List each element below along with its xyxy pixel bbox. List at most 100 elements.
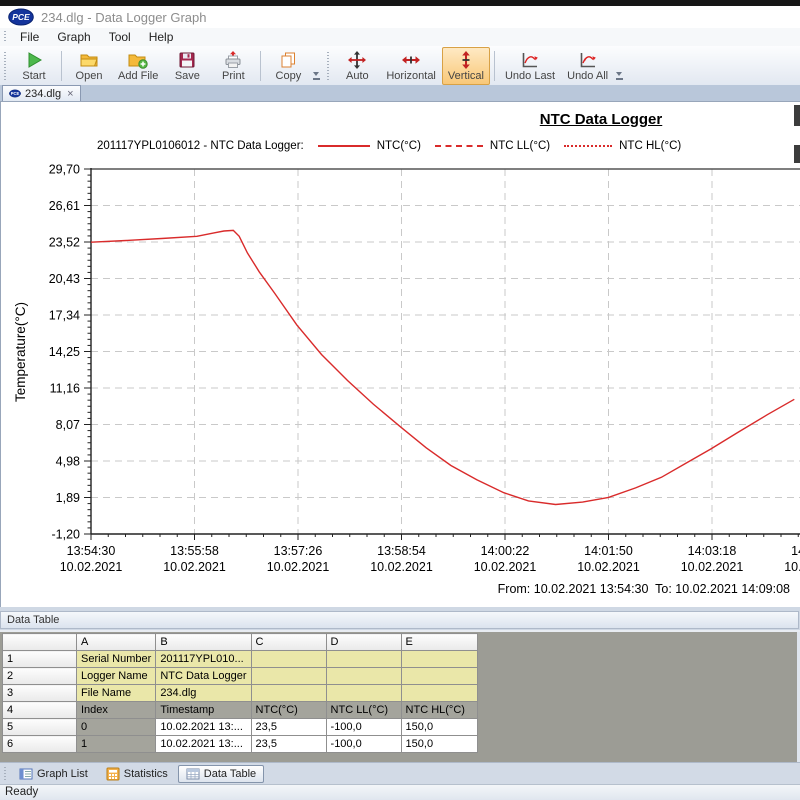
x-tick-date: 10.02.2021 [163,560,226,574]
time-range-label: From: 10.02.2021 13:54:30 To: 10.02.2021… [498,582,790,596]
grid-column-header[interactable]: C [251,634,326,651]
save-icon [177,50,197,70]
menu-file[interactable]: File [11,29,48,45]
add-file-button[interactable]: Add File [112,47,164,85]
table-row: 5010.02.2021 13:...23,5-100,0150,0 [3,719,478,736]
svg-text:PCE: PCE [12,12,30,22]
print-button[interactable]: Print [210,47,256,85]
grid-cell[interactable] [401,668,477,685]
grid-row-header[interactable]: 3 [3,685,77,702]
tab-close-icon[interactable]: × [65,89,73,99]
save-button[interactable]: Save [164,47,210,85]
grid-cell[interactable] [326,685,401,702]
grid-cell[interactable] [401,685,477,702]
toolbar-overflow-button-2[interactable] [614,48,624,83]
grid-cell[interactable] [251,685,326,702]
undo-all-icon [578,50,598,70]
open-button[interactable]: Open [66,47,112,85]
grid-column-header[interactable]: B [156,634,251,651]
open-folder-icon [79,50,99,70]
grid-row-header[interactable]: 2 [3,668,77,685]
grid-corner-header[interactable] [3,634,77,651]
grid-cell[interactable]: 23,5 [251,719,326,736]
toolbar: Start Open Add File Save [0,46,800,86]
grid-cell[interactable]: 0 [77,719,156,736]
x-tick-time: 13:54:30 [67,544,116,558]
grid-cell[interactable] [401,651,477,668]
grid-cell[interactable]: Logger Name [77,668,156,685]
chart-legend: 201117YPL0106012 - NTC Data Logger: NTC(… [97,138,681,153]
y-tick-label: 4,98 [56,455,80,469]
tab-graph-list[interactable]: Graph List [11,765,96,783]
grid-cell[interactable]: Timestamp [156,702,251,719]
grid-cell[interactable]: 150,0 [401,736,477,753]
status-text: Ready [5,786,38,798]
grid-row-header[interactable]: 1 [3,651,77,668]
copy-button[interactable]: Copy [265,47,311,85]
grid-cell[interactable] [251,668,326,685]
menu-graph[interactable]: Graph [48,29,99,45]
grid-cell[interactable]: 201117YPL010... [156,651,251,668]
window-edge-artifact [794,105,800,126]
grid-cell[interactable]: 234.dlg [156,685,251,702]
auto-zoom-button[interactable]: Auto [334,47,380,85]
grid-cell[interactable]: NTC Data Logger [156,668,251,685]
toolbar-overflow-button[interactable] [311,48,321,83]
undo-all-button[interactable]: Undo All [561,47,614,85]
chart-plot-area[interactable]: Temperature(°C) 29,7026,6123,5220,4317,3… [1,102,800,608]
grid-cell[interactable]: -100,0 [326,719,401,736]
undo-last-button[interactable]: Undo Last [499,47,561,85]
grid-cell[interactable]: Serial Number [77,651,156,668]
grid-cell[interactable]: Index [77,702,156,719]
legend-dashed-line-swatch [435,145,483,147]
y-tick-label: 20,43 [49,272,80,286]
auto-arrows-icon [347,50,367,70]
menu-tool[interactable]: Tool [100,29,140,45]
grid-cell[interactable]: 150,0 [401,719,477,736]
x-tick-date: 10.02.2021 [474,560,537,574]
y-axis-title: Temperature(°C) [13,302,28,402]
grid-column-header[interactable]: A [77,634,156,651]
menu-help[interactable]: Help [140,29,183,45]
legend-label-ntc: NTC(°C) [377,140,421,152]
horizontal-zoom-button[interactable]: Horizontal [380,47,442,85]
x-tick-time: 13:57:26 [274,544,323,558]
grid-cell[interactable]: NTC HL(°C) [401,702,477,719]
grid-column-header[interactable]: E [401,634,477,651]
tab-statistics[interactable]: Statistics [98,765,176,783]
grid-cell[interactable] [251,651,326,668]
grid-row-header[interactable]: 6 [3,736,77,753]
tab-data-table[interactable]: Data Table [178,765,264,783]
start-icon [24,50,44,70]
x-tick-time: 13:55:58 [170,544,219,558]
bottom-tabbar-grip[interactable] [4,767,6,781]
toolbar-grip-2[interactable] [327,52,329,80]
chart-title: NTC Data Logger [501,111,701,128]
grid-row-header[interactable]: 4 [3,702,77,719]
app-logo-icon: PCE [8,8,34,26]
grid-cell[interactable]: 23,5 [251,736,326,753]
bottom-tabbar: Graph List Statistics Data Table [0,762,800,784]
chart-generated-layer: 29,7026,6123,5220,4317,3414,2511,168,074… [49,163,800,575]
toolbar-grip-1[interactable] [4,52,6,80]
document-tabbar: PCE 234.dlg × [0,85,800,101]
tab-234dlg[interactable]: PCE 234.dlg × [2,85,81,101]
menubar-grip[interactable] [4,31,6,43]
grid-cell[interactable]: NTC(°C) [251,702,326,719]
grid-cell[interactable]: NTC LL(°C) [326,702,401,719]
grid-cell[interactable]: 1 [77,736,156,753]
grid-cell[interactable] [326,668,401,685]
vertical-zoom-button[interactable]: Vertical [442,47,490,85]
grid-cell[interactable] [326,651,401,668]
start-button[interactable]: Start [11,47,57,85]
y-tick-label: 23,52 [49,236,80,250]
x-tick-date: 10.02.2021 [370,560,433,574]
grid-cell[interactable]: 10.02.2021 13:... [156,736,251,753]
grid-cell[interactable]: File Name [77,685,156,702]
grid-cell[interactable]: 10.02.2021 13:... [156,719,251,736]
grid-cell[interactable]: -100,0 [326,736,401,753]
data-table-region: ABCDE1Serial Number201117YPL010...2Logge… [0,630,800,762]
table-row: 6110.02.2021 13:...23,5-100,0150,0 [3,736,478,753]
grid-column-header[interactable]: D [326,634,401,651]
grid-row-header[interactable]: 5 [3,719,77,736]
